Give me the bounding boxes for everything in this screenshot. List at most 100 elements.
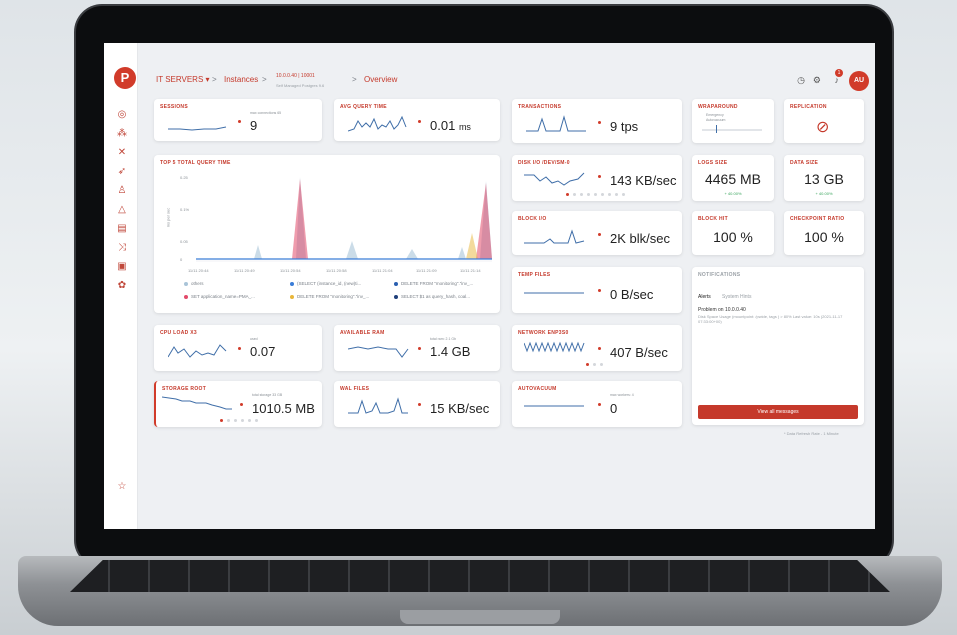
rocket-icon[interactable]: ➶ bbox=[116, 166, 128, 178]
legend-item[interactable]: (SELECT (instance_id, (new)ti... bbox=[290, 281, 361, 286]
card-subtext: Autovacuum bbox=[706, 118, 726, 122]
pager-dots[interactable] bbox=[220, 419, 258, 422]
card-subtext: Emergency bbox=[706, 113, 724, 117]
card-title: CPU LOAD X3 bbox=[160, 330, 197, 336]
ram-sparkline bbox=[348, 346, 409, 358]
temp-files-card[interactable]: TEMP FILES 0 B/sec bbox=[512, 267, 682, 313]
card-value: 100 % bbox=[713, 229, 753, 245]
dashboard-icon[interactable]: ◎ bbox=[116, 109, 128, 121]
legend-item[interactable]: DELETE FROM "monitoring"."inv_... bbox=[394, 281, 473, 286]
alert-detail: Disk Space Usage (mountpoint: /pwide, ta… bbox=[698, 314, 843, 324]
pin-icon[interactable]: ☆ bbox=[116, 481, 128, 493]
card-value: 4465 MB bbox=[704, 171, 762, 187]
card-value: 0 bbox=[610, 401, 618, 416]
marker bbox=[598, 121, 601, 124]
block-hit-card[interactable]: BLOCK HIT 100 % bbox=[692, 211, 774, 255]
card-title: NOTIFICATIONS bbox=[698, 272, 741, 278]
data-size-card[interactable]: DATA SIZE 13 GB + 40.00% bbox=[784, 155, 864, 201]
tab-alerts[interactable]: Alerts bbox=[698, 294, 711, 300]
view-all-messages-button[interactable]: View all messages bbox=[698, 405, 858, 419]
avatar[interactable]: AU bbox=[849, 71, 869, 91]
card-title: TEMP FILES bbox=[518, 272, 551, 278]
top5-chart bbox=[196, 177, 492, 262]
settings-icon[interactable]: ✿ bbox=[116, 280, 128, 292]
wraparound-marker bbox=[716, 125, 717, 133]
autovacuum-card[interactable]: AUTOVACUUM max workers: 4 0 bbox=[512, 381, 682, 427]
notification-badge: 1 bbox=[835, 69, 843, 77]
laptop-trackpad-edge bbox=[400, 610, 560, 624]
replication-card[interactable]: REPLICATION ⊘ bbox=[784, 99, 864, 143]
breadcrumb-host-sub: Self Managed Postgres 9.6 bbox=[276, 83, 325, 88]
card-subtext: max workers: 4 bbox=[610, 393, 634, 397]
card-title: BLOCK HIT bbox=[698, 216, 728, 222]
marker bbox=[598, 347, 601, 350]
card-title: DATA SIZE bbox=[790, 160, 819, 166]
breadcrumb-instances[interactable]: Instances bbox=[224, 75, 258, 84]
marker bbox=[598, 289, 601, 292]
marker bbox=[238, 120, 241, 123]
disk-io-card[interactable]: DISK I/O /DEV/SM-0 143 KB/sec bbox=[512, 155, 682, 201]
app-logo[interactable]: P bbox=[114, 67, 136, 89]
sessions-icon[interactable]: ⁂ bbox=[116, 128, 128, 140]
transactions-card[interactable]: TRANSACTIONS 9 tps bbox=[512, 99, 682, 143]
card-value: 0 B/sec bbox=[610, 287, 654, 302]
breadcrumb-host[interactable]: 10.0.0.40 | 10001 bbox=[276, 73, 315, 79]
card-value: 407 B/sec bbox=[610, 345, 668, 360]
app-screen: P ◎ ⁂ ✕ ➶ ♙ △ ▤ ⤨ ▣ ✿ ☆ IT SERVERS ▾ > I… bbox=[104, 43, 875, 529]
clock-icon[interactable]: ◷ bbox=[797, 75, 805, 86]
breadcrumb-it-servers[interactable]: IT SERVERS ▾ bbox=[156, 75, 210, 84]
table-icon[interactable]: ▤ bbox=[116, 223, 128, 235]
gear-icon[interactable]: ⚙ bbox=[813, 75, 821, 86]
x-tick: 11/11 21:04 bbox=[372, 268, 393, 273]
storage-sparkline bbox=[162, 396, 232, 410]
legend-item[interactable]: SELECT $1 as query_hash, coal... bbox=[394, 294, 470, 299]
card-title: DISK I/O /DEV/SM-0 bbox=[518, 160, 570, 166]
logs-size-card[interactable]: LOGS SIZE 4465 MB + 40.00% bbox=[692, 155, 774, 201]
card-title: BLOCK I/O bbox=[518, 216, 547, 222]
wal-files-card[interactable]: WAL FILES 15 KB/sec bbox=[334, 381, 500, 427]
tab-system-hints[interactable]: System Hints bbox=[722, 294, 751, 300]
alert-title[interactable]: Problem on 10.0.0.40 bbox=[698, 307, 746, 313]
legend-item[interactable]: others bbox=[184, 281, 204, 286]
card-title: STORAGE ROOT bbox=[162, 386, 207, 392]
checkpoint-ratio-card[interactable]: CHECKPOINT RATIO 100 % bbox=[784, 211, 864, 255]
legend-item[interactable]: DELETE FROM "monitoring"."inv_... bbox=[290, 294, 369, 299]
marker bbox=[598, 403, 601, 406]
card-value: 143 KB/sec bbox=[610, 173, 677, 188]
card-title: TOP 5 TOTAL QUERY TIME bbox=[160, 160, 231, 166]
storage-root-card[interactable]: STORAGE ROOT total storage 33 GB 1010.5 … bbox=[154, 381, 322, 427]
image-icon[interactable]: ▣ bbox=[116, 261, 128, 273]
card-value: 13 GB bbox=[804, 171, 844, 187]
marker bbox=[598, 233, 601, 236]
breadcrumb-separator: > bbox=[352, 75, 357, 84]
card-title: REPLICATION bbox=[790, 104, 827, 110]
legend-item[interactable]: SET application_name=PMA_... bbox=[184, 294, 255, 299]
delta-badge: + 40.00% bbox=[815, 191, 833, 196]
x-tick: 11/11 20:44 bbox=[188, 268, 209, 273]
tools-icon[interactable]: ✕ bbox=[116, 147, 128, 159]
card-title: AUTOVACUUM bbox=[518, 386, 557, 392]
user-icon[interactable]: ♙ bbox=[116, 185, 128, 197]
card-value: 2K blk/sec bbox=[610, 231, 670, 246]
available-ram-card[interactable]: AVAILABLE RAM total ram: 2.1 Gb 1.4 GB bbox=[334, 325, 500, 371]
wraparound-card[interactable]: WRAPAROUND Emergency Autovacuum bbox=[692, 99, 774, 143]
refresh-rate-note: * Data Refresh Rate - 1 Minute bbox=[784, 431, 839, 436]
marker bbox=[418, 403, 421, 406]
card-value: 9 tps bbox=[610, 119, 639, 134]
sessions-card[interactable]: SESSIONS max connections 65 9 bbox=[154, 99, 322, 141]
block-io-card[interactable]: BLOCK I/O 2K blk/sec bbox=[512, 211, 682, 255]
lock-icon[interactable]: △ bbox=[116, 204, 128, 216]
card-title: WRAPAROUND bbox=[698, 104, 738, 110]
network-card[interactable]: NETWORK ENP3S0 407 B/sec bbox=[512, 325, 682, 371]
pager-dots[interactable] bbox=[586, 363, 603, 366]
cpu-load-card[interactable]: CPU LOAD X3 used 0.07 bbox=[154, 325, 322, 371]
card-subtext: max connections 65 bbox=[250, 111, 282, 115]
shuffle-icon[interactable]: ⤨ bbox=[116, 242, 128, 254]
top5-query-time-card[interactable]: TOP 5 TOTAL QUERY TIME 0.25 0.1% 0.05 0 … bbox=[154, 155, 500, 313]
avg-query-time-card[interactable]: AVG QUERY TIME 0.01 ms bbox=[334, 99, 500, 141]
card-subtext: total storage 33 GB bbox=[252, 393, 283, 397]
pager-dots[interactable] bbox=[566, 193, 625, 196]
y-tick: 0.1% bbox=[180, 207, 190, 212]
disk-io-sparkline bbox=[524, 172, 585, 186]
card-value: 0.07 bbox=[250, 344, 276, 359]
